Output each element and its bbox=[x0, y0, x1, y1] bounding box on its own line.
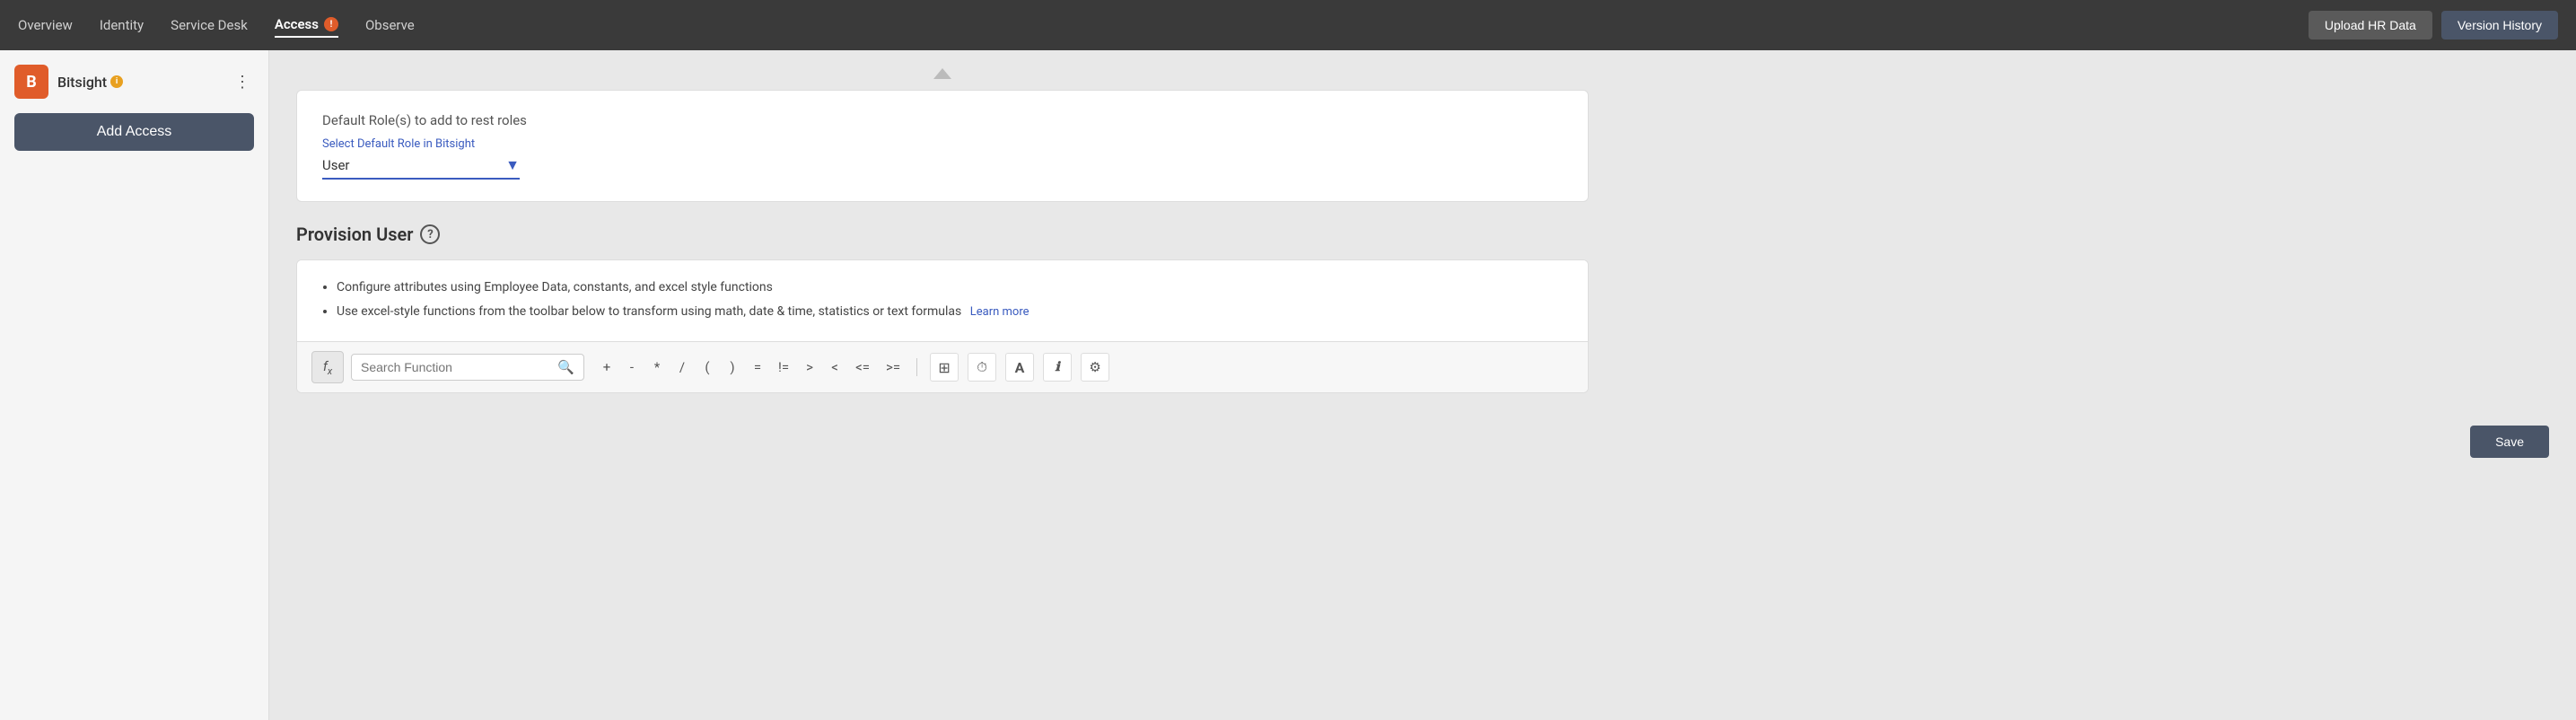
sidebar: B Bitsight i ⋮ Add Access bbox=[0, 50, 269, 720]
provision-user-section: Provision User ? Configure attributes us… bbox=[296, 224, 1589, 393]
role-select-row[interactable]: User ▼ bbox=[322, 156, 520, 180]
toolbar-op-close-paren[interactable]: ) bbox=[724, 357, 740, 377]
provision-bullets: Configure attributes using Employee Data… bbox=[319, 278, 1566, 321]
layout: B Bitsight i ⋮ Add Access Default Role(s… bbox=[0, 50, 2576, 720]
default-role-section-title: Default Role(s) to add to rest roles bbox=[322, 112, 1563, 128]
logo-name: Bitsight i bbox=[57, 74, 123, 91]
scroll-indicator bbox=[296, 68, 1589, 79]
toolbar-op-divide[interactable]: / bbox=[674, 357, 690, 377]
sidebar-logo-row: B Bitsight i ⋮ bbox=[14, 65, 254, 99]
toolbar-op-less[interactable]: < bbox=[827, 357, 843, 377]
content-bottom-bar: Save bbox=[269, 411, 2576, 472]
search-function-input-wrapper[interactable]: 🔍 bbox=[351, 354, 584, 381]
provision-card: Configure attributes using Employee Data… bbox=[296, 259, 1589, 393]
learn-more-link[interactable]: Learn more bbox=[970, 305, 1030, 319]
search-function-input[interactable] bbox=[361, 360, 550, 374]
font-icon: A bbox=[1015, 359, 1025, 376]
toolbar-op-not-equals[interactable]: != bbox=[775, 357, 793, 377]
logo-info-icon[interactable]: i bbox=[110, 75, 123, 88]
toolbar-op-lte[interactable]: <= bbox=[852, 357, 873, 377]
add-access-button[interactable]: Add Access bbox=[14, 113, 254, 151]
upload-hr-button[interactable]: Upload HR Data bbox=[2309, 11, 2432, 40]
role-select-arrow-icon: ▼ bbox=[505, 156, 520, 174]
logo-box: B bbox=[14, 65, 48, 99]
toolbar-op-equals[interactable]: = bbox=[749, 357, 766, 377]
content-inner: Default Role(s) to add to rest roles Sel… bbox=[269, 50, 1616, 411]
toolbar-op-multiply[interactable]: * bbox=[649, 357, 665, 377]
toolbar-op-plus[interactable]: + bbox=[599, 357, 615, 377]
sidebar-menu-icon[interactable]: ⋮ bbox=[231, 69, 254, 95]
fx-badge[interactable]: fx bbox=[311, 351, 344, 383]
toolbar-info-cursor-icon-button[interactable]: ℹ bbox=[1043, 353, 1072, 382]
toolbar-op-open-paren[interactable]: ( bbox=[699, 357, 715, 377]
nav-item-access[interactable]: Access ! bbox=[275, 13, 338, 38]
toolbar-settings-people-icon-button[interactable]: ⚙ bbox=[1081, 353, 1109, 382]
toolbar-op-gte[interactable]: >= bbox=[882, 357, 904, 377]
toolbar-font-icon-button[interactable]: A bbox=[1005, 353, 1034, 382]
top-nav: Overview Identity Service Desk Access ! … bbox=[0, 0, 2576, 50]
role-select-label: Select Default Role in Bitsight bbox=[322, 137, 1563, 151]
nav-items: Overview Identity Service Desk Access ! … bbox=[18, 13, 2309, 38]
nav-item-overview[interactable]: Overview bbox=[18, 13, 73, 37]
provision-bullet-2: Use excel-style functions from the toolb… bbox=[337, 303, 1566, 321]
main-content: Default Role(s) to add to rest roles Sel… bbox=[269, 50, 2576, 720]
default-role-card: Default Role(s) to add to rest roles Sel… bbox=[296, 90, 1589, 202]
provision-info: Configure attributes using Employee Data… bbox=[297, 260, 1588, 341]
provision-user-title-row: Provision User ? bbox=[296, 224, 1589, 245]
nav-item-observe[interactable]: Observe bbox=[365, 13, 415, 37]
toolbar-grid-icon-button[interactable]: ⊞ bbox=[930, 353, 959, 382]
nav-item-identity[interactable]: Identity bbox=[100, 13, 144, 37]
save-button[interactable]: Save bbox=[2470, 426, 2549, 458]
role-select-value: User bbox=[322, 157, 498, 173]
access-badge: ! bbox=[324, 17, 338, 31]
sidebar-logo: B Bitsight i bbox=[14, 65, 123, 99]
toolbar-clock-icon-button[interactable]: ⏱ bbox=[968, 353, 996, 382]
version-history-button[interactable]: Version History bbox=[2441, 11, 2558, 40]
toolbar-op-greater[interactable]: > bbox=[802, 357, 818, 377]
function-toolbar: fx 🔍 + - * / ( ) = bbox=[297, 341, 1588, 392]
clock-icon: ⏱ bbox=[977, 359, 987, 375]
nav-item-service-desk[interactable]: Service Desk bbox=[171, 13, 248, 37]
fx-icon: fx bbox=[323, 358, 332, 377]
search-icon: 🔍 bbox=[557, 359, 574, 375]
toolbar-separator-1 bbox=[916, 358, 917, 376]
toolbar-operators: + - * / ( ) = != > < <= >= bbox=[599, 353, 1109, 382]
info-cursor-icon: ℹ bbox=[1055, 360, 1059, 374]
settings-people-icon: ⚙ bbox=[1089, 359, 1100, 375]
provision-bullet-1: Configure attributes using Employee Data… bbox=[337, 278, 1566, 297]
provision-help-icon[interactable]: ? bbox=[420, 224, 440, 244]
grid-icon: ⊞ bbox=[938, 359, 950, 376]
toolbar-op-minus[interactable]: - bbox=[624, 357, 640, 377]
nav-right: Upload HR Data Version History bbox=[2309, 11, 2558, 40]
